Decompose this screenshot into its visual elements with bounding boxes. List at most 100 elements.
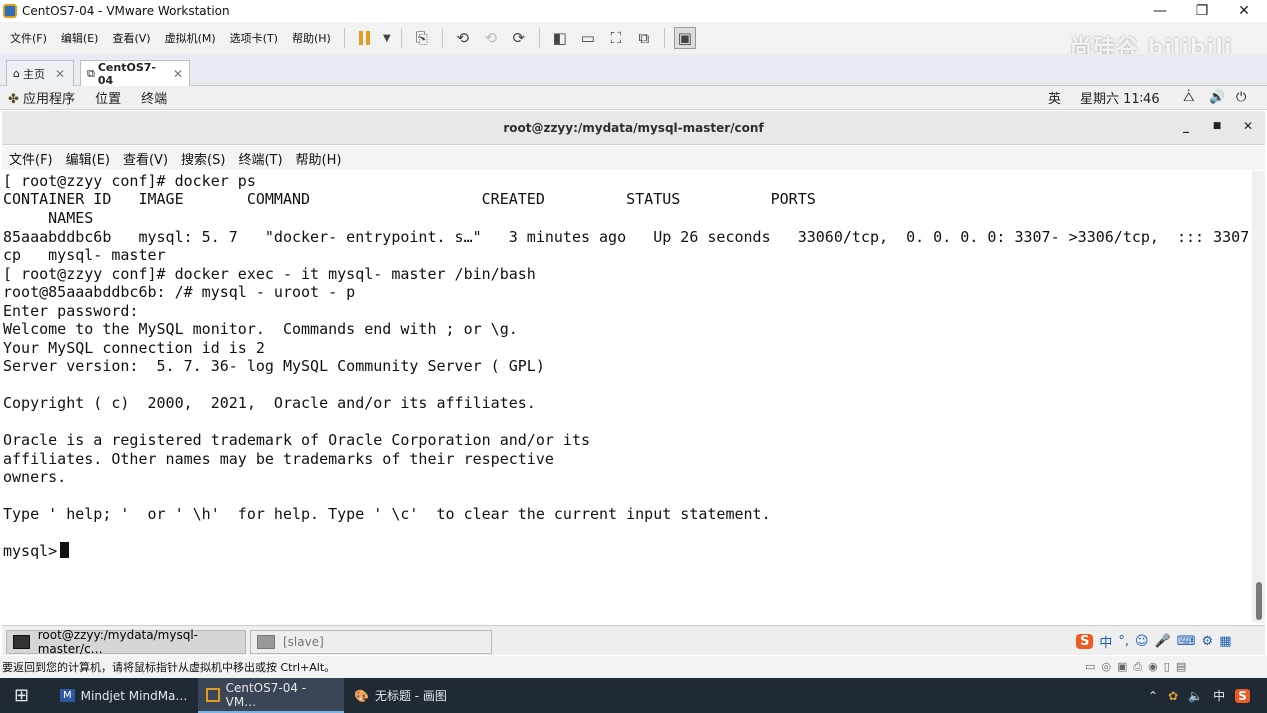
snapshot-icon: ⟲: [456, 29, 470, 47]
toolbar-separator: [441, 28, 443, 48]
pause-button[interactable]: [354, 27, 376, 49]
voice-icon: 🎤: [1154, 633, 1171, 649]
toolbar-separator: [663, 28, 665, 48]
terminal-menu-search[interactable]: 搜索(S): [174, 149, 231, 168]
tab-home-label: 主页: [22, 67, 45, 81]
sidebar-toggle-button[interactable]: ◧: [549, 27, 571, 49]
vm-icon: ⧉: [87, 66, 95, 80]
terminal-icon: [257, 635, 275, 649]
tray-ime-indicator[interactable]: 中: [1213, 687, 1225, 704]
vmware-menu-tabs[interactable]: 选项卡(T): [223, 30, 285, 46]
snapshot-manager-icon: ⟳: [512, 29, 526, 47]
terminal-line: affiliates. Other names may be trademark…: [3, 450, 554, 468]
chinese-mode-icon: 中: [1099, 635, 1113, 651]
task-slave-label: [slave]: [283, 635, 324, 649]
tray-volume-icon[interactable]: 🔈: [1188, 689, 1203, 703]
terminal-line: Enter password:: [3, 302, 139, 320]
terminal-output[interactable]: [ root@zzyy conf]# docker ps CONTAINER I…: [2, 171, 1252, 623]
taskbar-mindjet[interactable]: M Mindjet MindMa…: [52, 678, 198, 713]
system-tray[interactable]: ⌃ ✿ 🔈 中 S: [1140, 678, 1258, 713]
tab-close-icon[interactable]: ✕: [173, 67, 183, 81]
vmware-menu-edit[interactable]: 编辑(E): [54, 30, 106, 46]
close-button[interactable]: ✕: [1224, 0, 1264, 22]
clock[interactable]: 星期六 11∶46: [1080, 88, 1160, 107]
tray-sogou-icon[interactable]: S: [1235, 688, 1250, 703]
gnome-foot-icon: ✤: [8, 92, 19, 107]
task-terminal[interactable]: root@zzyy:/mydata/mysql-master/c…: [6, 628, 246, 656]
fullscreen-icon: ⛶: [610, 29, 622, 47]
vmware-menu-help[interactable]: 帮助(H): [285, 30, 338, 46]
terminal-line: [ root@zzyy conf]# docker exec - it mysq…: [3, 265, 536, 283]
thumbnail-icon: ▭: [580, 29, 595, 47]
gnome-terminal-menu[interactable]: 终端: [131, 88, 177, 107]
console-view-button[interactable]: ▣: [673, 27, 696, 49]
thumbnail-bar-button[interactable]: ▭: [577, 27, 599, 49]
caret-down-icon: ▼: [382, 32, 391, 44]
home-icon: ⌂: [13, 67, 20, 80]
terminal-line: owners.: [3, 468, 67, 486]
gnome-applications-menu[interactable]: ✤ 应用程序: [0, 88, 85, 107]
toolbar-separator: [538, 28, 540, 48]
terminal-scrollbar-thumb[interactable]: [1256, 582, 1262, 620]
input-method-indicator[interactable]: 英: [1048, 88, 1061, 107]
task-slave[interactable]: [slave]: [250, 630, 492, 654]
vmware-menu-file[interactable]: 文件(F): [0, 30, 54, 46]
vmware-taskbar-icon: [206, 687, 220, 702]
tray-app-icon[interactable]: ✿: [1168, 689, 1178, 703]
snapshot-button[interactable]: ⟲: [452, 27, 474, 49]
vmware-menu-vm[interactable]: 虚拟机(M): [158, 30, 223, 46]
terminal-maximize-button[interactable]: ■: [1207, 121, 1227, 139]
network-icon[interactable]: ⧊: [1183, 90, 1195, 105]
ime-toolbar[interactable]: S 中 °, ☺ 🎤 ⌨ ⚙ ▦: [1076, 626, 1232, 656]
tab-home[interactable]: ⌂ 主页 ✕: [6, 60, 74, 86]
terminal-line: Welcome to the MySQL monitor. Commands e…: [3, 320, 518, 338]
tab-centos-label: CentOS7-04: [97, 60, 156, 87]
revert-snapshot-button[interactable]: ⟲: [480, 27, 502, 49]
vmware-status-bar: 要返回到您的计算机，请将鼠标指针从虚拟机中移出或按 Ctrl+Alt。 ▭◎▣⎙…: [0, 656, 1267, 678]
terminal-line: cp mysql- master: [3, 246, 166, 264]
terminal-close-button[interactable]: ✕: [1238, 119, 1258, 137]
minimize-button[interactable]: —: [1140, 0, 1180, 22]
terminal-menu-help[interactable]: 帮助(H): [289, 149, 348, 168]
task-terminal-label: root@zzyy:/mydata/mysql-master/c…: [37, 628, 198, 656]
toolbar-separator: [400, 28, 402, 48]
terminal-menu-terminal[interactable]: 终端(T): [231, 149, 288, 168]
vmware-menu-view[interactable]: 查看(V): [105, 30, 157, 46]
vmware-window-title: CentOS7-04 - VMware Workstation: [22, 4, 230, 18]
power-dropdown-button[interactable]: ▼: [382, 27, 392, 49]
snapshot-manager-button[interactable]: ⟳: [508, 27, 530, 49]
keyboard-network-icon: ⎘: [415, 29, 428, 47]
terminal-icon: [13, 635, 30, 649]
restore-icon: ❐: [1195, 3, 1209, 19]
restore-button[interactable]: ❐: [1182, 0, 1222, 22]
gnome-top-panel: ✤ 应用程序 位置 终端 英 星期六 11∶46 ⧊ 🔊 ⏻: [0, 86, 1267, 110]
sidebar-icon: ◧: [552, 29, 567, 47]
device-status-icons[interactable]: ▭◎▣⎙◉▯▤: [1085, 660, 1192, 674]
tray-expand-icon[interactable]: ⌃: [1148, 689, 1158, 703]
terminal-minimize-button[interactable]: _: [1176, 119, 1196, 137]
gnome-places-menu[interactable]: 位置: [85, 88, 131, 107]
terminal-menu-edit[interactable]: 编辑(E): [59, 149, 116, 168]
skin-icon: ⚙: [1201, 633, 1214, 649]
mysql-prompt-line[interactable]: mysql>: [3, 542, 70, 560]
applications-label: 应用程序: [23, 92, 76, 107]
vmware-status-text: 要返回到您的计算机，请将鼠标指针从虚拟机中移出或按 Ctrl+Alt。: [2, 661, 336, 674]
vmware-tab-strip: ⌂ 主页 ✕ ⧉ CentOS7-04 ✕: [0, 54, 1267, 87]
gnome-window-list: root@zzyy:/mydata/mysql-master/c… [slave…: [2, 625, 1265, 656]
terminal-scrollbar[interactable]: [1252, 171, 1265, 623]
tab-centos7-04[interactable]: ⧉ CentOS7-04 ✕: [80, 60, 190, 87]
start-button[interactable]: ⊞: [6, 678, 37, 713]
vmware-app-icon: [3, 4, 17, 18]
volume-icon[interactable]: 🔊: [1209, 90, 1225, 105]
terminal-menu-file[interactable]: 文件(F): [2, 149, 59, 168]
send-ctrl-alt-del-button[interactable]: ⎘: [411, 27, 433, 49]
unity-button[interactable]: ⧉: [633, 27, 655, 49]
fullscreen-button[interactable]: ⛶: [605, 27, 627, 49]
terminal-menu-view[interactable]: 查看(V): [116, 149, 174, 168]
tab-close-icon[interactable]: ✕: [55, 67, 65, 81]
terminal-line: Oracle is a registered trademark of Orac…: [3, 431, 590, 449]
taskbar-vmware[interactable]: CentOS7-04 - VM…: [198, 678, 344, 713]
terminal-line: root@85aaabddbc6b: /# mysql - uroot - p: [3, 283, 356, 301]
power-icon[interactable]: ⏻: [1236, 90, 1246, 105]
taskbar-paint[interactable]: 🎨 无标题 - 画图: [346, 678, 492, 713]
